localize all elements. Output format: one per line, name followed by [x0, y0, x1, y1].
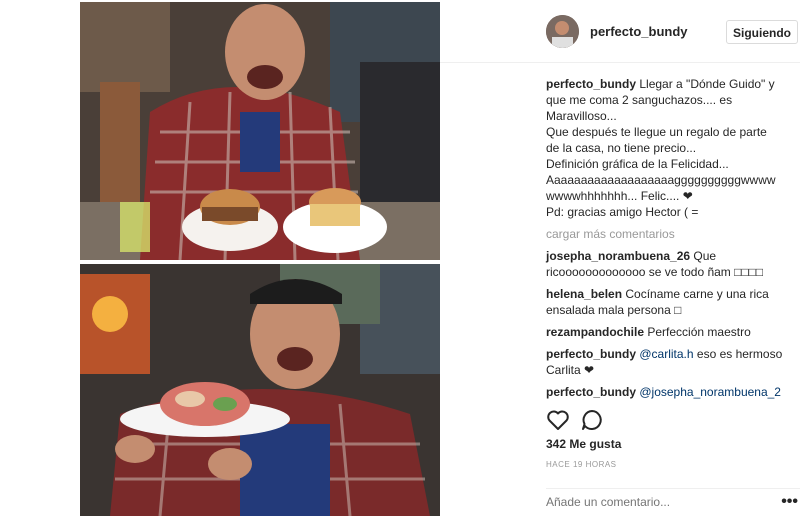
caption: perfecto_bundy Llegar a "Dónde Guido" y … — [546, 76, 796, 220]
comment-text: ricooooooooooooo se ve todo ñam □□□□ — [546, 265, 764, 279]
speech-bubble-icon[interactable] — [580, 408, 604, 432]
photo-ceviche — [80, 264, 440, 516]
photo-burgers — [80, 2, 440, 260]
comment-username[interactable]: perfecto_bundy — [546, 347, 636, 361]
comment-text: Perfección maestro — [647, 325, 751, 339]
caption-text: Llegar a "Dónde Guido" y — [639, 77, 775, 91]
caption-text: de la casa, no tiene precio... — [546, 141, 697, 155]
comments-list: perfecto_bundy Llegar a "Dónde Guido" y … — [546, 76, 796, 400]
post-timestamp[interactable]: HACE 19 HORAS — [546, 460, 617, 469]
comment-text: Que — [693, 249, 717, 263]
comment-username[interactable]: josepha_norambuena_26 — [546, 249, 690, 263]
comment-item: helena_belen Cocíname carne y una rica e… — [546, 286, 796, 318]
caption-text: Pd: gracias amigo Hector ( = — [546, 205, 699, 219]
post-image[interactable] — [80, 2, 440, 516]
comment-text: ensalada mala persona □ — [546, 303, 682, 317]
caption-text: Que después te llegue un regalo de parte — [546, 125, 767, 139]
like-count[interactable]: 342 Me gusta — [546, 437, 621, 451]
caption-text: wwwwhhhhhhh... Felic.... ❤ — [546, 189, 693, 203]
comment-text: eso es hermoso — [693, 347, 783, 361]
comment-username[interactable]: helena_belen — [546, 287, 622, 301]
comment-item: rezampandochile Perfección maestro — [546, 324, 796, 340]
comment-username[interactable]: rezampandochile — [546, 325, 644, 339]
caption-username[interactable]: perfecto_bundy — [546, 77, 636, 91]
comment-text: Carlita ❤ — [546, 363, 595, 377]
comment-text: Cocíname carne y una rica — [625, 287, 769, 301]
caption-text: Aaaaaaaaaaaaaaaaaaaggggggggggwwww — [546, 173, 776, 187]
comment-item: josepha_norambuena_26 Que ricooooooooooo… — [546, 248, 796, 280]
post-header: perfecto_bundy Siguiendo — [440, 0, 800, 63]
add-comment-section: ••• — [546, 488, 800, 517]
caption-text: Maravilloso... — [546, 109, 617, 123]
comment-item: perfecto_bundy @carlita.h eso es hermoso… — [546, 346, 796, 378]
comment-item: perfecto_bundy @josepha_norambuena_2 — [546, 384, 796, 400]
following-button[interactable]: Siguiendo — [726, 20, 798, 44]
ellipsis-icon[interactable]: ••• — [781, 493, 798, 511]
post-details-panel: perfecto_bundy Siguiendo perfecto_bundy … — [440, 0, 800, 516]
caption-text: Definición gráfica de la Felicidad... — [546, 157, 729, 171]
avatar[interactable] — [546, 15, 579, 48]
comment-username[interactable]: perfecto_bundy — [546, 385, 636, 399]
mention-link[interactable]: @carlita.h — [639, 347, 693, 361]
load-more-comments-link[interactable]: cargar más comentarios — [546, 226, 796, 242]
heart-outline-icon[interactable] — [546, 408, 570, 432]
caption-text: que me coma 2 sanguchazos.... es — [546, 93, 733, 107]
owner-username[interactable]: perfecto_bundy — [590, 24, 688, 39]
mention-link[interactable]: @josepha_norambuena_2 — [639, 385, 781, 399]
add-comment-input[interactable] — [546, 495, 766, 509]
